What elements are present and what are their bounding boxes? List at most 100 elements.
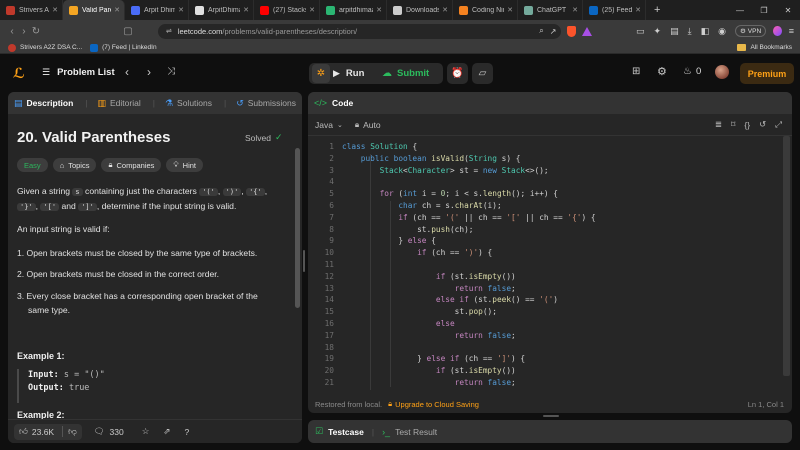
browser-tab[interactable]: arpitdhimaan (✕ bbox=[320, 0, 387, 20]
code-line[interactable]: 6 char ch = s.charAt(i); bbox=[308, 201, 768, 213]
user-avatar[interactable] bbox=[715, 65, 729, 79]
brave-rewards-icon[interactable] bbox=[582, 26, 593, 36]
window-close-icon[interactable]: ✕ bbox=[776, 6, 800, 15]
upgrade-link[interactable]: 🔒︎ Upgrade to Cloud Saving bbox=[388, 399, 479, 409]
code-line[interactable]: 14 else if (st.peek() == '(') bbox=[308, 295, 768, 307]
leetcode-logo[interactable]: ℒ bbox=[13, 66, 25, 80]
star-icon[interactable]: ☆ bbox=[142, 426, 150, 437]
reset-icon[interactable]: ↺ bbox=[759, 119, 766, 130]
code-editor[interactable]: 1 class Solution {2 public boolean isVali… bbox=[308, 142, 768, 390]
problem-list-button[interactable]: ☰ Problem List bbox=[42, 67, 115, 78]
close-icon[interactable]: ✕ bbox=[243, 6, 249, 14]
premium-button[interactable]: Premium bbox=[740, 63, 794, 84]
notes-button[interactable]: ▱ bbox=[472, 63, 493, 84]
window-minimize-icon[interactable]: — bbox=[728, 6, 752, 15]
browser-tab[interactable]: ChatGPT ✕ bbox=[518, 0, 583, 20]
all-bookmarks[interactable]: All Bookmarks bbox=[737, 44, 792, 51]
menu-icon[interactable]: ≡ bbox=[789, 26, 794, 36]
companies-chip[interactable]: 🔒︎ Companies bbox=[101, 158, 162, 172]
split-view-icon[interactable]: ◧ bbox=[701, 26, 710, 37]
settings-gear-icon[interactable]: ⚙ bbox=[657, 65, 667, 78]
submit-button[interactable]: ☁ Submit bbox=[382, 64, 429, 83]
vpn-button[interactable]: ⚙ VPN bbox=[734, 25, 767, 37]
browser-tab[interactable]: Strivers A2Z D✕ bbox=[0, 0, 63, 20]
profile-icon[interactable]: ◉ bbox=[718, 26, 726, 37]
tab-description[interactable]: ▤ Description bbox=[14, 98, 73, 109]
new-tab-button[interactable]: + bbox=[654, 4, 660, 16]
code-line[interactable]: 18 bbox=[308, 343, 768, 355]
code-line[interactable]: 21 return false; bbox=[308, 378, 768, 390]
code-line[interactable]: 8 st.push(ch); bbox=[308, 225, 768, 237]
code-line[interactable]: 10 if (ch == ')') { bbox=[308, 248, 768, 260]
horizontal-splitter[interactable] bbox=[543, 415, 559, 417]
address-bar[interactable]: ⇌ leetcode.com /problems/valid-parenthes… bbox=[157, 23, 562, 39]
topics-chip[interactable]: ⌂ Topics bbox=[52, 158, 97, 172]
extensions-icon[interactable]: ✦ bbox=[654, 26, 662, 37]
bookmark-icon[interactable]: ⌑ bbox=[731, 119, 735, 130]
bookmark-linkedin[interactable]: (7) Feed | LinkedIn bbox=[90, 43, 157, 52]
auto-mode[interactable]: 🔒︎ Auto bbox=[355, 120, 381, 130]
format-icon[interactable]: ≣ bbox=[715, 119, 722, 130]
editor-scrollbar[interactable] bbox=[783, 136, 790, 376]
close-icon[interactable]: ✕ bbox=[635, 6, 641, 14]
panel-splitter[interactable] bbox=[303, 250, 305, 272]
browser-tab[interactable]: Coding Ninjas✕ bbox=[453, 0, 518, 20]
layout-icon[interactable]: ⊞ bbox=[632, 66, 640, 77]
leo-ai-icon[interactable] bbox=[773, 26, 782, 36]
code-line[interactable]: 11 bbox=[308, 260, 768, 272]
code-line[interactable]: 5 for (int i = 0; i < s.length(); i++) { bbox=[308, 189, 768, 201]
bookmark-page-icon[interactable]: ▢ bbox=[122, 26, 134, 37]
close-icon[interactable]: ✕ bbox=[376, 6, 382, 14]
browser-tab[interactable]: (25) Feed | Link✕ bbox=[583, 0, 646, 20]
debug-icon[interactable]: ✲ bbox=[312, 64, 330, 83]
shuffle-icon[interactable]: ⤨ bbox=[167, 66, 175, 77]
wallet-icon[interactable]: ▤ bbox=[670, 26, 679, 37]
code-line[interactable]: 1 class Solution { bbox=[308, 142, 768, 154]
window-restore-icon[interactable]: ❐ bbox=[752, 6, 776, 15]
difficulty-badge[interactable]: Easy bbox=[17, 158, 48, 172]
bookmark-strivers[interactable]: Strivers A2Z DSA C... bbox=[8, 43, 82, 52]
code-line[interactable]: 12 if (st.isEmpty()) bbox=[308, 272, 768, 284]
code-line[interactable]: 16 else bbox=[308, 319, 768, 331]
close-icon[interactable]: ✕ bbox=[114, 6, 120, 14]
sidebar-icon[interactable]: ▭ bbox=[636, 26, 645, 37]
code-line[interactable]: 2 public boolean isValid(String s) { bbox=[308, 154, 768, 166]
close-icon[interactable]: ✕ bbox=[52, 6, 58, 14]
braces-icon[interactable]: {} bbox=[744, 120, 750, 130]
prev-problem-icon[interactable]: ‹ bbox=[125, 65, 129, 79]
close-icon[interactable]: ✕ bbox=[442, 6, 448, 14]
code-line[interactable]: 20 if (st.isEmpty()) bbox=[308, 366, 768, 378]
code-line[interactable]: 15 st.pop(); bbox=[308, 307, 768, 319]
share-icon[interactable]: ↗ bbox=[550, 27, 557, 36]
tab-solutions[interactable]: ⚗ Solutions bbox=[165, 98, 212, 109]
brave-shield-icon[interactable] bbox=[567, 25, 577, 37]
browser-tab[interactable]: Downloads ✕ bbox=[387, 0, 453, 20]
share-link-icon[interactable]: ⇗ bbox=[163, 426, 170, 437]
download-icon[interactable]: ⤓ bbox=[688, 26, 692, 37]
reload-icon[interactable]: ↻ bbox=[30, 26, 42, 37]
code-line[interactable]: 9 } else { bbox=[308, 236, 768, 248]
code-line[interactable]: 3 Stack<Character> st = new Stack<>(); bbox=[308, 166, 768, 178]
forward-icon[interactable]: › bbox=[18, 26, 30, 37]
tab-test-result[interactable]: ›_ Test Result bbox=[382, 427, 437, 437]
tab-editorial[interactable]: ▥ Editorial bbox=[98, 98, 141, 109]
streak-counter[interactable]: ♨ 0 bbox=[683, 66, 701, 77]
close-icon[interactable]: ✕ bbox=[178, 6, 184, 14]
back-icon[interactable]: ‹ bbox=[6, 26, 18, 37]
code-line[interactable]: 19 } else if (ch == ']') { bbox=[308, 354, 768, 366]
thumbs-down-icon[interactable]: 👎︎ bbox=[62, 426, 77, 437]
tab-testcase[interactable]: ☑ Testcase bbox=[315, 426, 364, 437]
help-icon[interactable]: ? bbox=[184, 427, 189, 437]
fullscreen-icon[interactable]: ⤢ bbox=[775, 119, 782, 130]
comments-button[interactable]: 🗨︎ 330 bbox=[94, 426, 124, 437]
run-button[interactable]: ▶ Run bbox=[333, 64, 364, 83]
hint-chip[interactable]: 💡︎ Hint bbox=[166, 158, 204, 172]
language-select[interactable]: Java ⌄ bbox=[315, 120, 343, 130]
browser-tab[interactable]: Arpit Dhiman✕ bbox=[125, 0, 189, 20]
code-line[interactable]: 4 bbox=[308, 177, 768, 189]
description-scrollbar[interactable] bbox=[295, 148, 300, 308]
code-line[interactable]: 17 return false; bbox=[308, 331, 768, 343]
zoom-icon[interactable]: ⌕ bbox=[539, 26, 543, 36]
code-line[interactable]: 13 return false; bbox=[308, 284, 768, 296]
next-problem-icon[interactable]: › bbox=[147, 65, 151, 79]
